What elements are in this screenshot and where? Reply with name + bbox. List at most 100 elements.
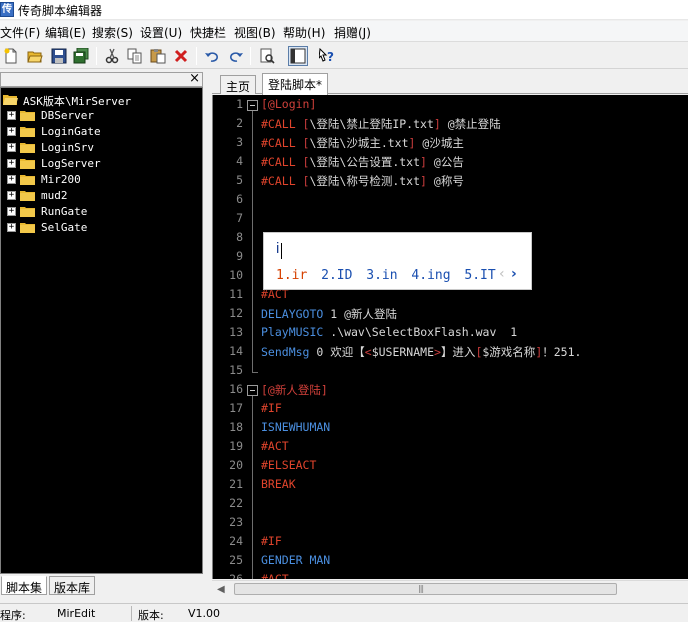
code-line[interactable]: BREAK <box>261 477 296 491</box>
line-number: 18 <box>229 420 243 434</box>
code-token: #CALL <box>261 117 303 131</box>
code-line[interactable]: #ACT <box>261 439 289 453</box>
expand-icon[interactable]: + <box>7 159 16 168</box>
menu-donate[interactable]: 捐赠(J) <box>334 24 371 41</box>
cut-button[interactable] <box>102 46 122 66</box>
code-line[interactable]: [@Login] <box>261 97 316 111</box>
code-token: #IF <box>261 401 282 415</box>
menu-view[interactable]: 视图(B) <box>234 24 276 41</box>
code-line[interactable]: #ACT <box>261 572 289 579</box>
tab-script-set[interactable]: 脚本集 <box>1 576 48 595</box>
code-line[interactable]: #IF <box>261 401 282 415</box>
expand-icon[interactable]: + <box>7 143 16 152</box>
code-line[interactable]: PlayMUSIC .\wav\SelectBoxFlash.wav 1 <box>261 325 517 339</box>
code-token: #IF <box>261 534 282 548</box>
line-number: 13 <box>229 325 243 339</box>
code-token: $游戏名称 <box>482 345 536 359</box>
scrollbar-thumb[interactable]: ||| <box>234 583 617 595</box>
expand-icon[interactable]: + <box>7 111 16 120</box>
code-line[interactable]: #CALL [\登陆\公告设置.txt] @公告 <box>261 154 464 170</box>
candidate-item[interactable]: 4.ing <box>411 268 450 283</box>
undo-button[interactable] <box>202 46 222 66</box>
code-line[interactable]: #ELSEACT <box>261 458 316 472</box>
menu-help[interactable]: 帮助(H) <box>283 24 325 41</box>
save-all-button[interactable] <box>71 46 91 66</box>
project-panel-header: × <box>0 71 203 87</box>
tab-version-library[interactable]: 版本库 <box>49 576 96 595</box>
code-token: @沙城主 <box>415 136 464 150</box>
code-token: ！251. <box>542 345 582 359</box>
line-number: 1 <box>236 97 243 111</box>
menu-edit[interactable]: 编辑(E) <box>45 24 86 41</box>
expand-icon[interactable]: + <box>7 175 16 184</box>
expand-icon[interactable]: + <box>7 207 16 216</box>
undo-icon <box>205 52 219 62</box>
code-line[interactable]: SendMsg 0 欢迎【<$USERNAME>】进入[$游戏名称]！251. <box>261 344 581 360</box>
help-button[interactable]: ? <box>317 46 337 66</box>
copy-button[interactable] <box>125 46 145 66</box>
code-line[interactable]: [@新人登陆] <box>261 382 328 398</box>
preview-button[interactable] <box>257 46 277 66</box>
svg-text:?: ? <box>327 50 334 64</box>
code-line[interactable]: #CALL [\登陆\沙城主.txt] @沙城主 <box>261 135 464 151</box>
candidate-item[interactable]: 3.in <box>366 268 397 283</box>
code-line[interactable]: ISNEWHUMAN <box>261 420 330 434</box>
candidate-item[interactable]: 2.ID <box>321 268 352 283</box>
redo-button[interactable] <box>226 46 246 66</box>
open-button[interactable] <box>25 46 45 66</box>
panel-splitter[interactable] <box>204 72 211 600</box>
tab-login-script[interactable]: 登陆脚本* <box>262 73 329 95</box>
tree-item-label: mud2 <box>41 189 68 202</box>
autocomplete-candidates: 1.ir 2.ID 3.in 4.ing 5.IT <box>276 268 502 283</box>
code-token: \登陆\禁止登陆IP.txt <box>309 117 434 131</box>
expand-icon[interactable]: + <box>7 191 16 200</box>
prev-page-icon[interactable]: ‹ <box>499 266 505 282</box>
code-line[interactable]: #CALL [\登陆\禁止登陆IP.txt] @禁止登陆 <box>261 116 501 132</box>
delete-button[interactable] <box>171 46 191 66</box>
horizontal-scrollbar[interactable]: ◀ ||| <box>212 580 688 597</box>
line-number: 8 <box>236 230 243 244</box>
menu-shortcut-bar[interactable]: 快捷栏 <box>190 24 226 41</box>
help-icon: ? <box>319 48 334 64</box>
code-token: #CALL <box>261 155 303 169</box>
next-page-icon[interactable]: › <box>511 266 517 282</box>
candidate-item[interactable]: 5.IT <box>464 268 495 283</box>
line-number: 26 <box>229 572 243 579</box>
toggle-panel-button[interactable] <box>288 46 308 66</box>
menu-search[interactable]: 搜索(S) <box>92 24 133 41</box>
scroll-left-icon[interactable]: ◀ <box>217 584 225 595</box>
toolbar-separator <box>196 47 197 65</box>
code-line[interactable]: GENDER MAN <box>261 553 330 567</box>
code-token: SendMsg <box>261 345 310 359</box>
expand-icon[interactable]: + <box>7 223 16 232</box>
close-panel-icon[interactable]: × <box>189 71 200 86</box>
code-token: 1 @新人登陆 <box>323 307 398 321</box>
code-token: ISNEWHUMAN <box>261 420 331 434</box>
code-editor[interactable]: 1 [@Login] 2 #CALL [\登陆\禁止登陆IP.txt] @禁止登陆 3 #… <box>212 95 688 579</box>
new-file-button[interactable] <box>1 46 21 66</box>
code-token: [@Login] <box>261 97 317 111</box>
code-line[interactable]: #CALL [\登陆\称号检测.txt] @称号 <box>261 173 464 189</box>
folder-icon <box>20 191 35 201</box>
fold-toggle-icon[interactable] <box>247 385 258 396</box>
code-token: 0 欢迎【 <box>309 345 365 359</box>
text-caret <box>281 243 282 259</box>
code-line[interactable]: #IF <box>261 534 282 548</box>
code-token: 】进入 <box>440 345 476 359</box>
expand-icon[interactable]: + <box>7 127 16 136</box>
autocomplete-popup: i 1.ir 2.ID 3.in 4.ing 5.IT ‹ › <box>263 232 532 290</box>
code-token: @禁止登陆 <box>440 117 501 131</box>
menu-settings[interactable]: 设置(U) <box>140 24 182 41</box>
code-line[interactable]: DELAYGOTO 1 @新人登陆 <box>261 306 397 322</box>
paste-button[interactable] <box>148 46 168 66</box>
fold-toggle-icon[interactable] <box>247 100 258 111</box>
candidate-item[interactable]: 1.ir <box>276 268 307 283</box>
line-number: 11 <box>229 287 243 301</box>
save-all-icon <box>73 48 89 64</box>
menu-file[interactable]: 文件(F) <box>0 24 40 41</box>
code-token: $USERNAME <box>371 345 434 359</box>
code-token: #CALL <box>261 136 303 150</box>
save-button[interactable] <box>49 46 69 66</box>
tab-home[interactable]: 主页 <box>220 75 257 94</box>
toolbar: ? <box>0 43 688 69</box>
